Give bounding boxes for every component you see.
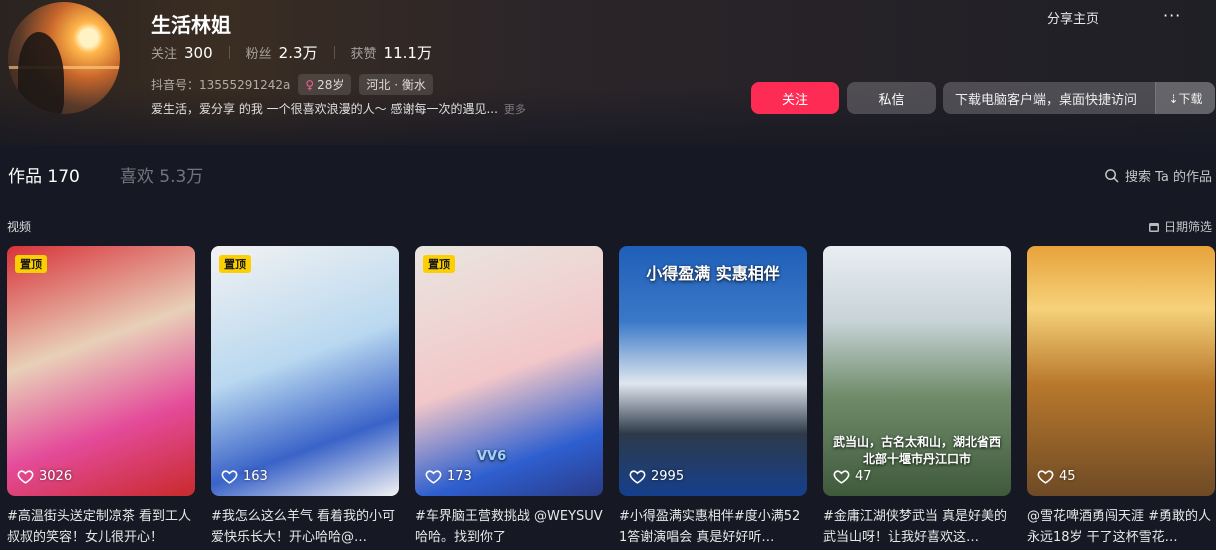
stat-likes-received: 获赞 11.1万 [351, 42, 432, 63]
douyin-id: 抖音号：13555291242a [151, 78, 291, 92]
video-card[interactable]: 45 @雪花啤酒勇闯天涯 #勇敢的人永远18岁 干了这杯雪花… [1027, 246, 1215, 548]
avatar-silhouette [18, 32, 64, 114]
like-count-value: 3026 [39, 469, 73, 484]
download-button[interactable]: ⇣下载 [1155, 82, 1215, 114]
pinned-badge: 置顶 [423, 255, 455, 273]
age-tag: ♀ 28岁 [298, 74, 352, 95]
location-tag: 河北 · 衡水 [359, 74, 433, 95]
heart-icon [221, 470, 238, 484]
video-caption[interactable]: @雪花啤酒勇闯天涯 #勇敢的人永远18岁 干了这杯雪花… [1027, 506, 1215, 548]
like-count: 45 [1037, 468, 1076, 485]
date-filter-label: 日期筛选 [1163, 220, 1212, 234]
video-card[interactable]: 置顶 3026 #高温街头送定制凉茶 看到工人叔叔的笑容！女儿很开心！ [7, 246, 195, 548]
video-caption[interactable]: #车界脑王营救挑战 @WEYSUV 哈哈。找到你了 [415, 506, 603, 548]
heart-icon [425, 470, 442, 484]
profile-meta: 抖音号：13555291242a ♀ 28岁 河北 · 衡水 [151, 74, 433, 95]
like-count-value: 2995 [651, 469, 685, 484]
avatar[interactable] [8, 2, 120, 114]
like-count: 163 [221, 468, 268, 485]
video-thumbnail[interactable]: 置顶 3026 [7, 246, 195, 496]
stat-value: 300 [184, 43, 213, 62]
like-count-value: 163 [243, 469, 268, 484]
profile-tabs: 作品 170 喜欢 5.3万 [8, 162, 243, 187]
like-count-value: 173 [447, 469, 472, 484]
stat-label: 关注 [151, 47, 178, 62]
like-count: 3026 [17, 468, 72, 485]
download-client-banner[interactable]: 下载电脑客户端，桌面快捷访问 ⇣下载 [943, 82, 1215, 114]
profile-stats: 关注 300 粉丝 2.3万 获赞 11.1万 [151, 42, 432, 63]
stat-value: 2.3万 [278, 44, 318, 62]
age-tag-label: 28岁 [317, 78, 345, 92]
heart-icon [833, 470, 850, 484]
video-thumbnail[interactable]: 置顶 163 [211, 246, 399, 496]
video-card[interactable]: 置顶 163 #我怎么这么羊气 看着我的小可爱快乐长大！开心哈哈@… [211, 246, 399, 548]
video-thumbnail[interactable]: 小得盈满 实惠相伴 2995 [619, 246, 807, 496]
calendar-icon [1148, 222, 1159, 232]
more-options-icon[interactable]: ··· [1163, 6, 1181, 25]
pinned-badge: 置顶 [15, 255, 47, 273]
stat-followers[interactable]: 粉丝 2.3万 [246, 42, 318, 63]
divider [228, 46, 230, 59]
profile-header: 生活林姐 关注 300 粉丝 2.3万 获赞 11.1万 抖音号：1355529… [0, 0, 1216, 145]
search-works-button[interactable]: 搜索 Ta 的作品 [1104, 166, 1212, 185]
video-thumbnail[interactable]: 置顶 VV6 173 [415, 246, 603, 496]
video-thumbnail[interactable]: 45 [1027, 246, 1215, 496]
video-caption[interactable]: #我怎么这么羊气 看着我的小可爱快乐长大！开心哈哈@… [211, 506, 399, 548]
pinned-badge: 置顶 [219, 255, 251, 273]
search-works-label: 搜索 Ta 的作品 [1124, 170, 1212, 185]
like-count: 2995 [629, 468, 684, 485]
thumbnail-overlay-text: 武当山，古名太和山，湖北省西北部十堰市丹江口市 [832, 435, 1001, 466]
video-card[interactable]: 置顶 VV6 173 #车界脑王营救挑战 @WEYSUV 哈哈。找到你了 [415, 246, 603, 548]
heart-icon [629, 470, 646, 484]
video-caption[interactable]: #高温街头送定制凉茶 看到工人叔叔的笑容！女儿很开心！ [7, 506, 195, 548]
message-button[interactable]: 私信 [847, 82, 936, 114]
tab-works[interactable]: 作品 170 [8, 162, 80, 187]
thumbnail-overlay-text: 小得盈满 实惠相伴 [646, 264, 780, 283]
like-count: 173 [425, 468, 472, 485]
female-icon: ♀ [305, 77, 315, 92]
stat-value: 11.1万 [383, 44, 432, 62]
share-profile-button[interactable]: 分享主页 [1047, 8, 1099, 27]
thumbnail-overlay-text: VV6 [477, 449, 507, 464]
follow-button[interactable]: 关注 [751, 82, 839, 114]
stat-label: 获赞 [350, 47, 377, 62]
bio-text: 爱生活，爱分享 的我 一个很喜欢浪漫的人～ 感谢每一次的遇见... [151, 102, 498, 116]
heart-icon [17, 470, 34, 484]
video-thumbnail[interactable]: 武当山，古名太和山，湖北省西北部十堰市丹江口市 47 [823, 246, 1011, 496]
like-count-value: 45 [1059, 469, 1076, 484]
section-videos-label: 视频 [7, 220, 32, 234]
stat-following[interactable]: 关注 300 [151, 43, 213, 63]
download-client-text: 下载电脑客户端，桌面快捷访问 [955, 92, 1138, 108]
like-count: 47 [833, 468, 872, 485]
date-filter-button[interactable]: 日期筛选 [1148, 218, 1212, 235]
like-count-value: 47 [855, 469, 872, 484]
profile-bio: 爱生活，爱分享 的我 一个很喜欢浪漫的人～ 感谢每一次的遇见... 更多 [151, 100, 526, 117]
video-grid: 置顶 3026 #高温街头送定制凉茶 看到工人叔叔的笑容！女儿很开心！ 置顶 1… [7, 246, 1215, 548]
search-icon [1105, 169, 1119, 183]
divider [333, 46, 335, 59]
tab-likes[interactable]: 喜欢 5.3万 [120, 162, 203, 187]
heart-icon [1037, 470, 1054, 484]
video-caption[interactable]: #小得盈满实惠相伴#度小满521答谢演唱会 真是好好听… [619, 506, 807, 548]
profile-name: 生活林姐 [151, 13, 231, 37]
video-caption[interactable]: #金庸江湖侠梦武当 真是好美的武当山呀！让我好喜欢这… [823, 506, 1011, 548]
stat-label: 粉丝 [245, 47, 272, 62]
video-card[interactable]: 武当山，古名太和山，湖北省西北部十堰市丹江口市 47 #金庸江湖侠梦武当 真是好… [823, 246, 1011, 548]
location-tag-label: 河北 · 衡水 [366, 78, 426, 92]
video-card[interactable]: 小得盈满 实惠相伴 2995 #小得盈满实惠相伴#度小满521答谢演唱会 真是好… [619, 246, 807, 548]
bio-more-link[interactable]: 更多 [504, 101, 526, 117]
